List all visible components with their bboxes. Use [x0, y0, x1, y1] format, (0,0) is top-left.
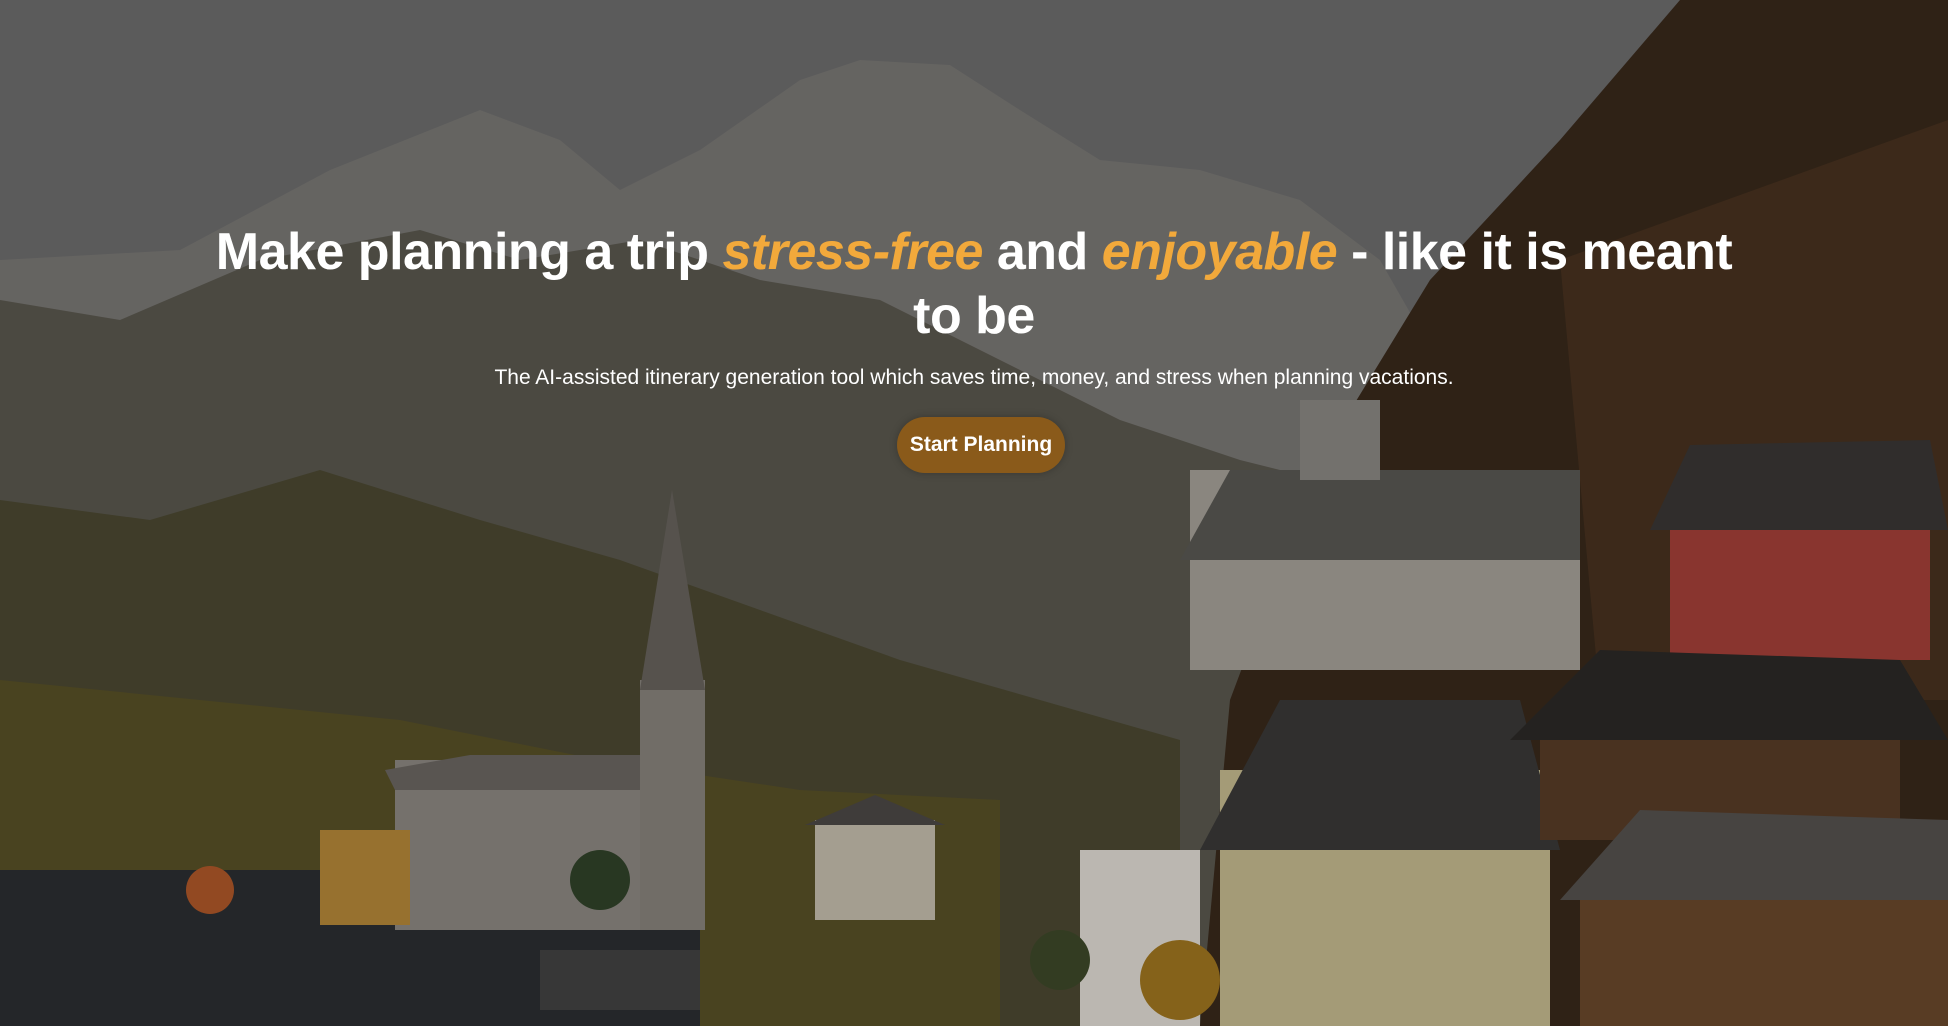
headline-text-1: Make planning a trip — [215, 223, 723, 281]
start-planning-button[interactable]: Start Planning — [897, 417, 1065, 473]
headline-accent-enjoyable: enjoyable — [1101, 223, 1338, 281]
headline-text-2: and — [982, 223, 1102, 281]
hero-headline: Make planning a trip stress-free and enj… — [210, 220, 1738, 348]
dark-overlay — [0, 0, 1948, 1026]
hero-section: Make planning a trip stress-free and enj… — [0, 0, 1948, 1026]
hero-subtitle: The AI-assisted itinerary generation too… — [494, 366, 1454, 389]
headline-accent-stress-free: stress-free — [722, 223, 983, 281]
